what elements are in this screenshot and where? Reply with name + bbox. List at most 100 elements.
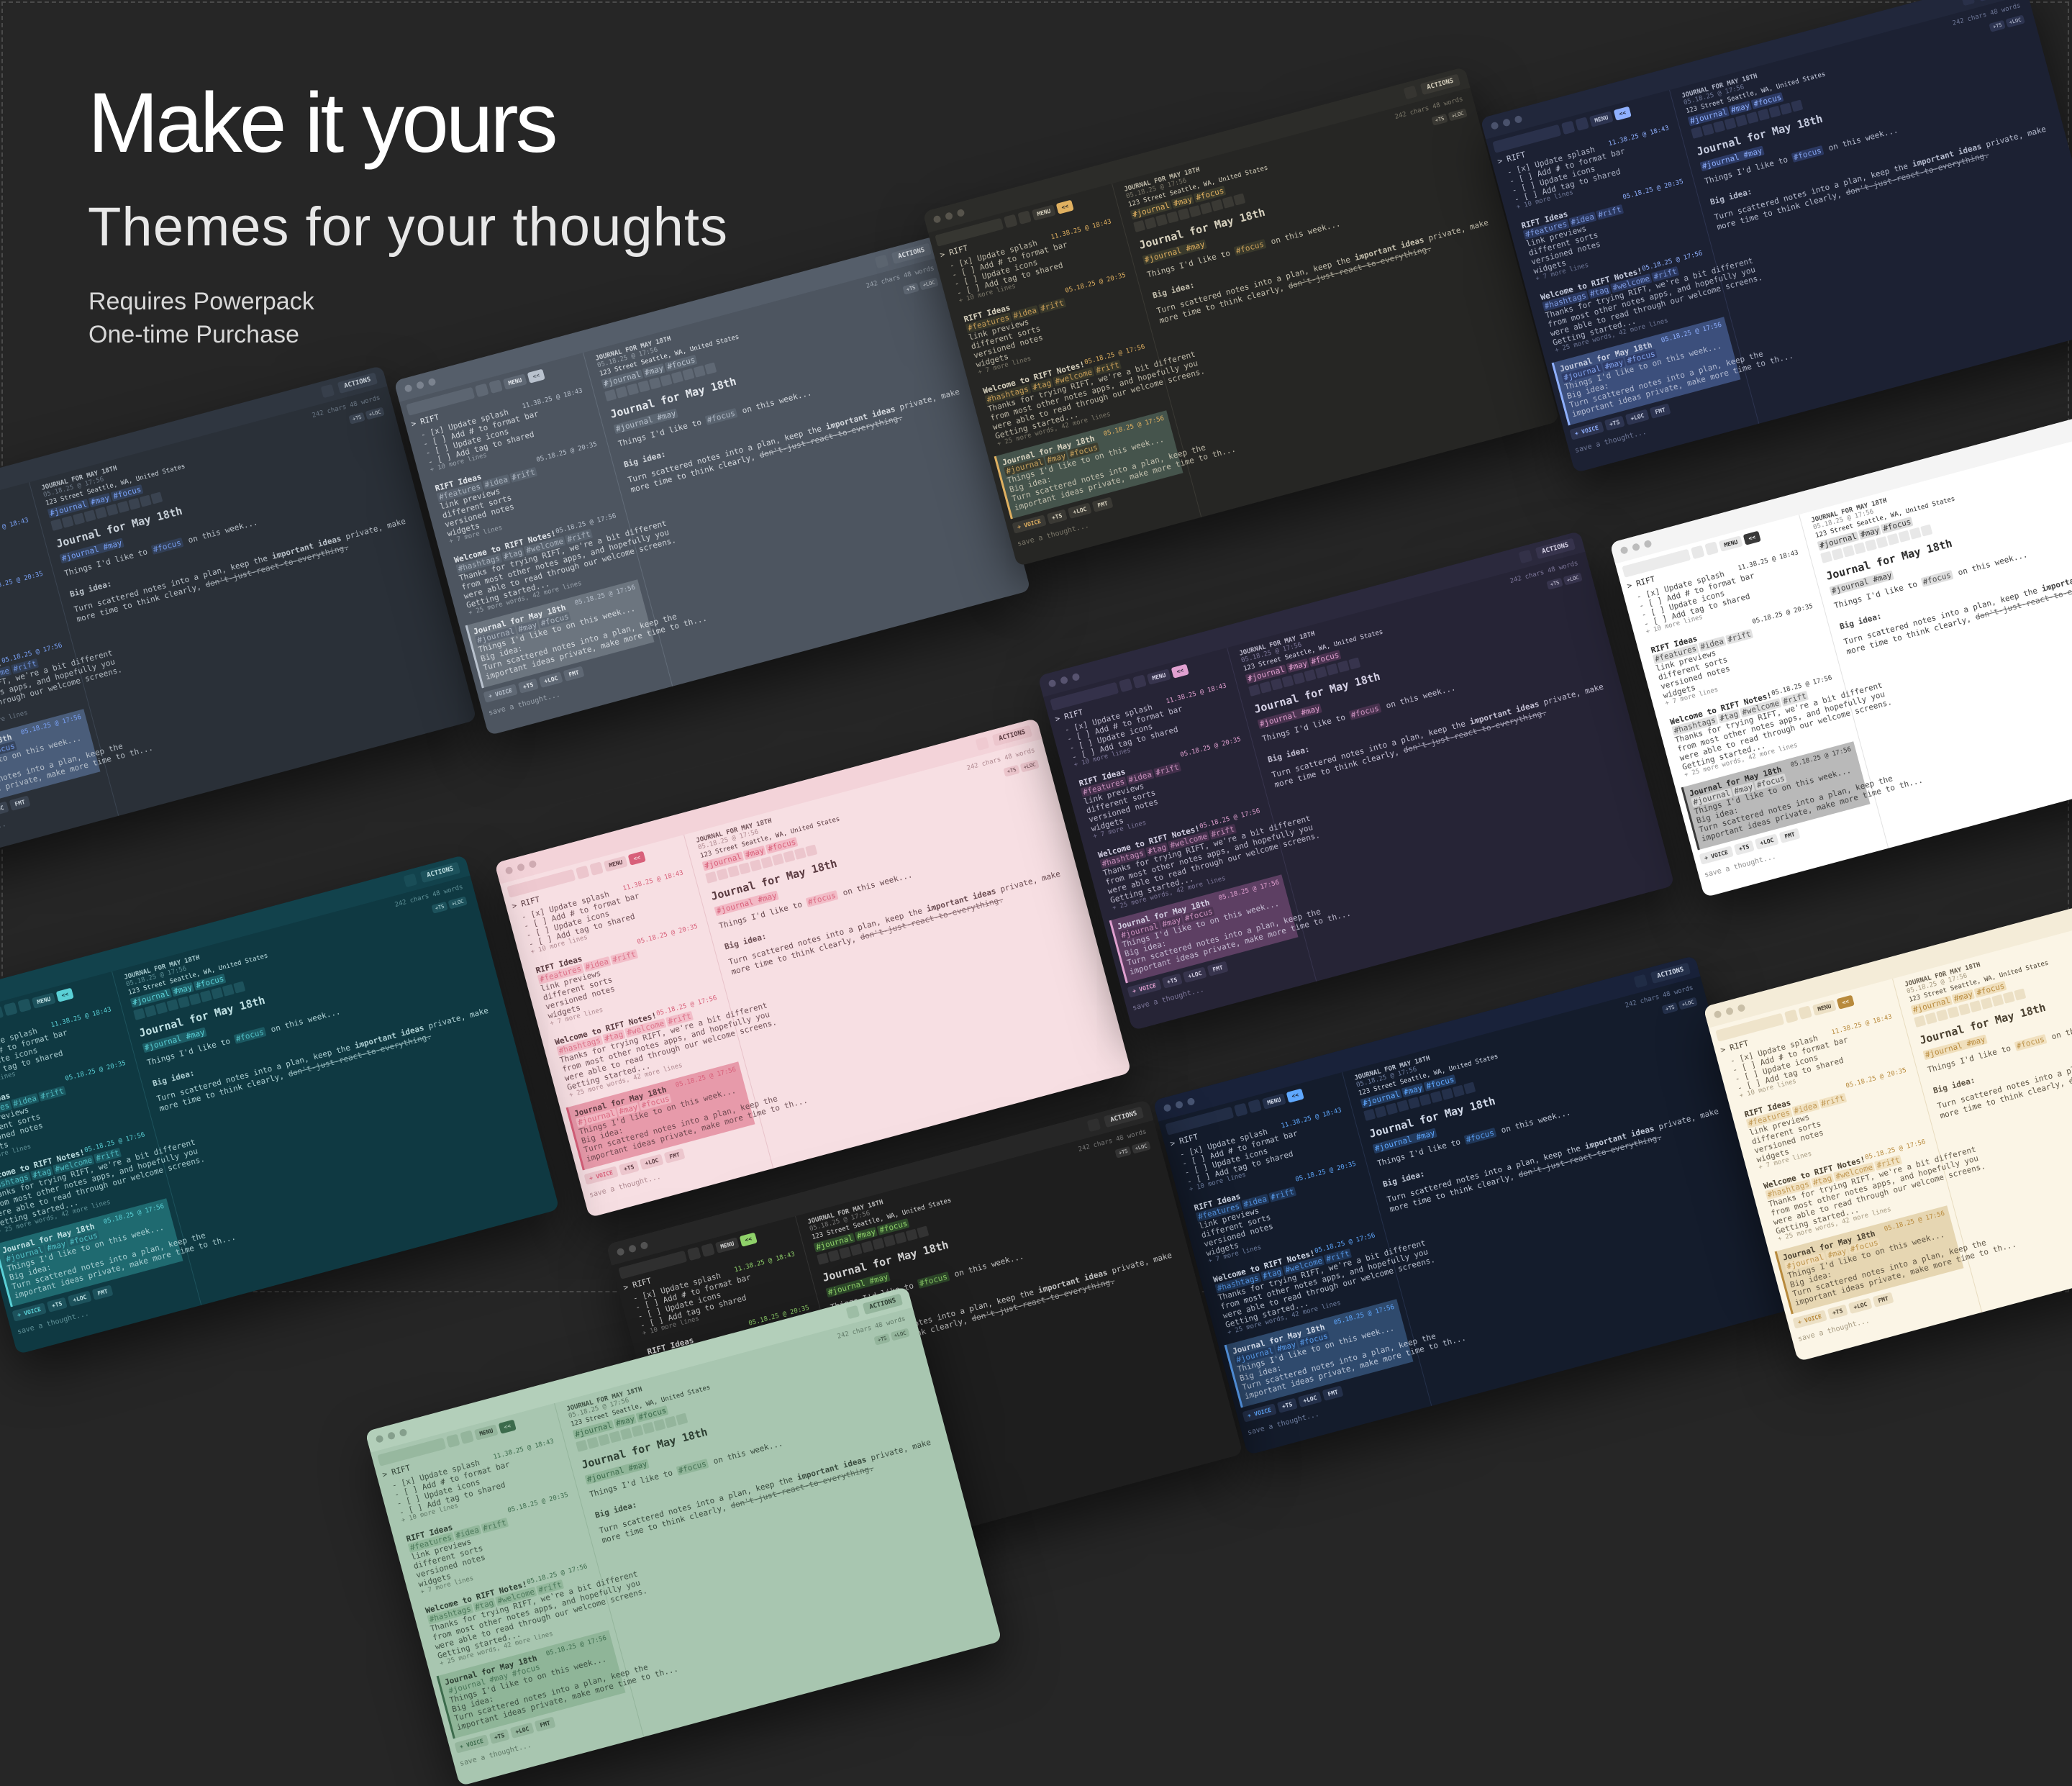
zoom-dot[interactable] [399, 1428, 408, 1438]
menu-button[interactable]: MENU [1812, 999, 1837, 1016]
format-button[interactable] [72, 512, 86, 525]
bottom-button[interactable]: +LOC [1297, 1391, 1323, 1408]
format-button[interactable] [1791, 99, 1804, 112]
share-icon[interactable] [320, 384, 335, 399]
format-button[interactable] [2014, 988, 2027, 1001]
collapse-button[interactable]: << [1171, 663, 1189, 679]
format-button[interactable] [682, 368, 695, 381]
format-button[interactable] [50, 518, 63, 531]
format-button[interactable] [139, 494, 152, 507]
bottom-button[interactable]: +TS [489, 1728, 510, 1744]
format-button[interactable] [1779, 102, 1792, 115]
minimize-dot[interactable] [386, 1431, 396, 1441]
format-button[interactable] [749, 859, 763, 872]
format-button[interactable] [1935, 1009, 1949, 1022]
format-button[interactable] [693, 365, 706, 378]
format-button[interactable] [1920, 524, 1933, 537]
format-button[interactable] [1701, 123, 1714, 136]
bottom-button[interactable]: + VOICE [1569, 421, 1604, 440]
bottom-button[interactable]: +LOC [639, 1153, 665, 1170]
format-button[interactable] [1820, 550, 1833, 563]
format-button[interactable] [94, 507, 108, 520]
format-button[interactable] [850, 1243, 863, 1256]
send-icon[interactable] [1704, 541, 1719, 556]
collapse-button[interactable]: << [55, 987, 74, 1002]
share-icon[interactable] [403, 873, 418, 888]
close-dot[interactable] [1163, 1103, 1172, 1112]
bottom-button[interactable]: FMT [1778, 828, 1801, 843]
format-button[interactable] [1898, 530, 1911, 543]
format-button[interactable] [1155, 214, 1168, 227]
close-dot[interactable] [1713, 1010, 1722, 1019]
search-icon[interactable] [1560, 120, 1576, 135]
format-button[interactable] [166, 999, 179, 1012]
bottom-button[interactable]: + VOICE [1127, 979, 1162, 998]
format-button[interactable] [586, 1436, 599, 1449]
format-button[interactable] [664, 1415, 677, 1428]
tag-chip[interactable]: #focus [1348, 703, 1382, 720]
bottom-button[interactable]: +TS [1046, 509, 1068, 525]
format-button[interactable] [660, 374, 673, 387]
format-button[interactable] [1430, 1090, 1442, 1104]
format-button[interactable] [1248, 684, 1261, 697]
format-button[interactable] [1177, 208, 1191, 221]
format-button[interactable] [1712, 120, 1726, 133]
format-button[interactable] [1757, 108, 1770, 122]
bottom-button[interactable]: FMT [563, 666, 585, 681]
close-dot[interactable] [1490, 121, 1499, 130]
format-button[interactable] [1947, 1006, 1960, 1019]
format-button[interactable] [637, 380, 650, 393]
menu-button[interactable]: MENU [1589, 110, 1614, 127]
bottom-button[interactable]: +TS [46, 1297, 68, 1313]
menu-button[interactable]: MENU [502, 373, 527, 390]
format-button[interactable] [150, 491, 163, 504]
format-button[interactable] [233, 981, 246, 994]
collapse-button[interactable]: << [1286, 1088, 1304, 1103]
format-button[interactable] [827, 1249, 840, 1262]
format-button[interactable] [1925, 1012, 1937, 1025]
tag-chip[interactable]: #focus [676, 1459, 709, 1476]
format-button[interactable] [1724, 117, 1737, 130]
format-button[interactable] [106, 504, 119, 517]
minimize-dot[interactable] [1174, 1100, 1184, 1110]
format-button[interactable] [83, 509, 96, 522]
bottom-button[interactable]: +TS [1827, 1304, 1848, 1320]
bottom-button[interactable]: FMT [91, 1284, 114, 1300]
bottom-button[interactable]: +LOC [509, 1722, 535, 1739]
collapse-button[interactable]: << [627, 851, 646, 866]
format-button[interactable] [1886, 532, 1899, 546]
share-icon[interactable] [1960, 0, 1976, 6]
format-button[interactable] [604, 389, 617, 402]
search-icon[interactable] [445, 1433, 460, 1449]
minimize-dot[interactable] [1501, 118, 1512, 127]
zoom-dot[interactable] [427, 377, 437, 387]
menu-button[interactable]: MENU [1261, 1092, 1286, 1110]
format-button[interactable] [1199, 201, 1212, 215]
tag-chip[interactable]: #focus [1920, 570, 1954, 587]
format-button[interactable] [727, 865, 740, 878]
format-button[interactable] [128, 497, 141, 510]
format-button[interactable] [626, 383, 640, 396]
menu-button[interactable]: MENU [603, 855, 628, 872]
send-icon[interactable] [589, 861, 604, 876]
zoom-dot[interactable] [1071, 672, 1081, 682]
share-icon[interactable] [845, 1305, 860, 1320]
format-button[interactable] [1396, 1100, 1409, 1112]
bottom-button[interactable]: + VOICE [454, 1734, 489, 1754]
tag-chip[interactable]: #focus [150, 538, 184, 555]
format-button[interactable] [716, 868, 729, 881]
format-button[interactable] [609, 1431, 622, 1443]
format-button[interactable] [1914, 1015, 1927, 1028]
tag-chip[interactable]: #focus [917, 1271, 950, 1289]
format-button[interactable] [1363, 1108, 1376, 1121]
zoom-dot[interactable] [528, 859, 537, 869]
format-button[interactable] [860, 1241, 874, 1254]
bottom-button[interactable]: + VOICE [1699, 846, 1734, 865]
format-button[interactable] [838, 1246, 852, 1259]
close-dot[interactable] [375, 1434, 384, 1443]
format-button[interactable] [211, 987, 224, 999]
minimize-dot[interactable] [944, 212, 954, 221]
collapse-button[interactable]: << [527, 368, 545, 384]
minimize-dot[interactable] [415, 381, 425, 390]
search-icon[interactable] [1233, 1102, 1248, 1118]
